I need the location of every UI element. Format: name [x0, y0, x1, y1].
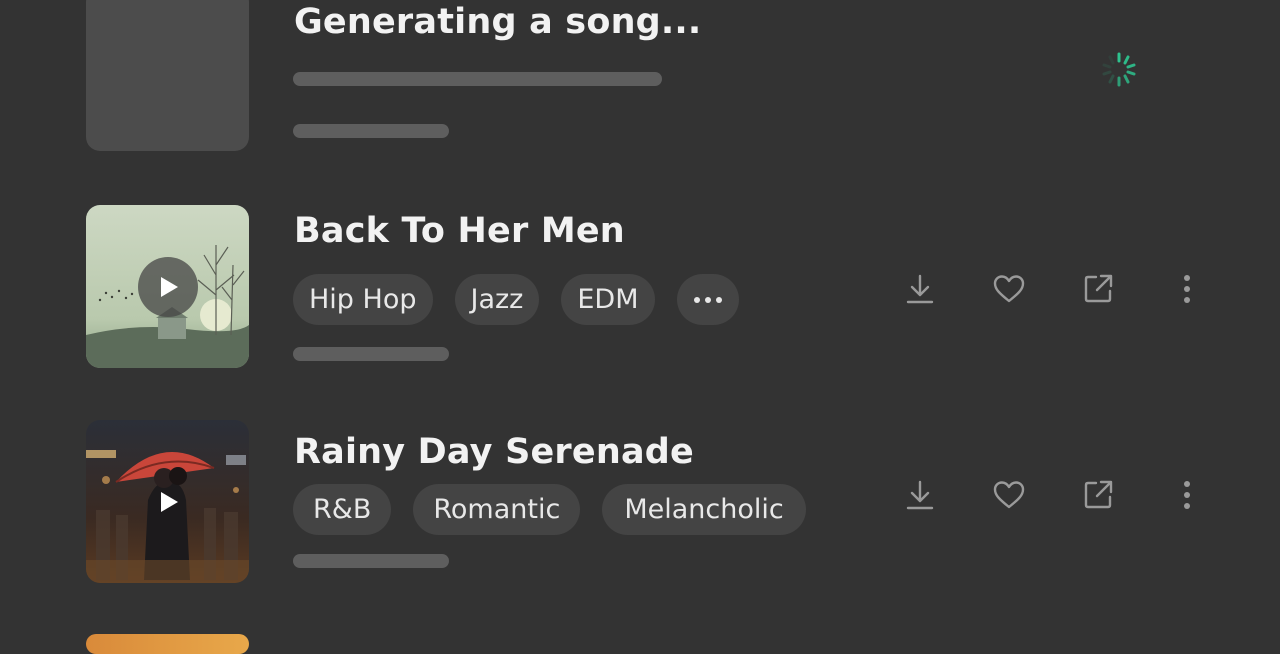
download-button[interactable]: [898, 475, 942, 515]
like-button[interactable]: [987, 475, 1031, 515]
genre-tag[interactable]: Jazz: [454, 274, 540, 325]
download-icon: [906, 480, 934, 510]
song-cover-image[interactable]: [86, 205, 249, 368]
download-icon: [906, 274, 934, 304]
song-row[interactable]: Rainy Day Serenade R&B Romantic Melancho…: [0, 420, 1280, 585]
skeleton-bar-short: [293, 347, 449, 361]
song-cover-image-partial[interactable]: [86, 634, 249, 654]
more-vertical-icon: [1184, 481, 1190, 509]
genre-tag[interactable]: Hip Hop: [293, 274, 433, 325]
heart-icon: [993, 481, 1025, 509]
play-icon: [161, 492, 178, 512]
play-button[interactable]: [138, 257, 198, 317]
song-cover-image[interactable]: [86, 420, 249, 583]
share-button[interactable]: [1076, 269, 1120, 309]
play-icon: [161, 277, 178, 297]
song-row-generating: Generating a song...: [0, 0, 1280, 160]
song-actions: [898, 269, 1208, 309]
thumbnail-placeholder: [86, 0, 249, 151]
play-button[interactable]: [138, 472, 198, 532]
more-tags-button[interactable]: [676, 274, 739, 325]
download-button[interactable]: [898, 269, 942, 309]
genre-tag[interactable]: R&B: [293, 484, 392, 535]
share-icon: [1084, 274, 1113, 303]
song-title[interactable]: Back To Her Men: [294, 211, 625, 251]
more-options-button[interactable]: [1165, 269, 1209, 309]
skeleton-bar-short: [293, 124, 449, 138]
progress-skeleton-bar: [293, 72, 662, 86]
share-button[interactable]: [1076, 475, 1120, 515]
skeleton-bar-short: [293, 554, 449, 568]
more-options-button[interactable]: [1165, 475, 1209, 515]
genre-tag[interactable]: Melancholic: [602, 484, 806, 535]
genre-tag[interactable]: Romantic: [413, 484, 581, 535]
tag-list: Hip Hop Jazz EDM: [293, 274, 739, 325]
heart-icon: [993, 275, 1025, 303]
tag-list: R&B Romantic Melancholic: [293, 484, 806, 535]
song-title[interactable]: Rainy Day Serenade: [294, 432, 694, 472]
generating-title: Generating a song...: [294, 2, 702, 42]
song-row[interactable]: Back To Her Men Hip Hop Jazz EDM: [0, 205, 1280, 370]
more-vertical-icon: [1184, 275, 1190, 303]
like-button[interactable]: [987, 269, 1031, 309]
share-icon: [1084, 480, 1113, 509]
genre-tag[interactable]: EDM: [561, 274, 655, 325]
song-actions: [898, 475, 1208, 515]
loading-spinner-icon: [1102, 52, 1136, 87]
